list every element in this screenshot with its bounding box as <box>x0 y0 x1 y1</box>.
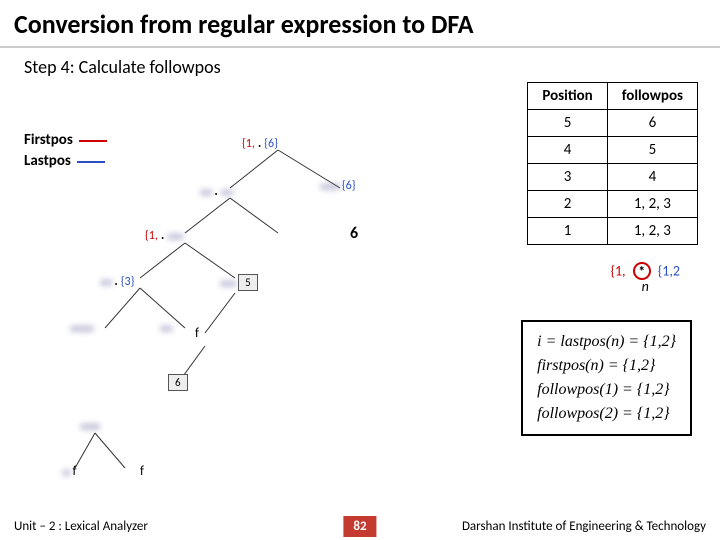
blur-text: aaa <box>160 321 171 334</box>
op-dot: . <box>258 136 261 151</box>
equations-box: i = lastpos(n) = {1,2} firstpos(n) = {1,… <box>521 320 692 436</box>
box: 6 <box>168 374 188 391</box>
blur-text: aaa <box>221 185 232 198</box>
blur-text: aaaaa <box>80 419 99 432</box>
leaf: f <box>73 464 77 479</box>
footer: Unit – 2 : Lexical Analyzer 82 Darshan I… <box>0 519 720 534</box>
tree-edges-icon <box>20 128 450 488</box>
leaf: f <box>140 464 144 479</box>
table-row: 11, 2, 3 <box>528 218 698 245</box>
blur-text: aaaaa <box>320 179 339 192</box>
table-row: 21, 2, 3 <box>528 191 698 218</box>
fp: {1, <box>611 263 626 280</box>
followpos-table: Positionfollowpos 56 45 34 21, 2, 3 11, … <box>527 82 698 245</box>
lp: {3} <box>121 275 135 289</box>
eq-line: followpos(2) = {1,2} <box>537 402 676 426</box>
op-dot: . <box>161 228 164 243</box>
step-heading: Step 4: Calculate followpos <box>0 48 720 80</box>
th-follow: followpos <box>607 83 697 110</box>
unit-label: Unit – 2 : Lexical Analyzer <box>0 519 148 534</box>
lp: {6} <box>264 137 278 151</box>
lp: {1,2 <box>658 263 680 280</box>
blur-text: aaa <box>200 185 211 198</box>
blur-text: aaaa <box>167 229 182 242</box>
page-number: 82 <box>343 516 376 537</box>
lp: {6} <box>342 179 356 193</box>
eq-line: firstpos(n) = {1,2} <box>537 354 676 378</box>
eq-line: i = lastpos(n) = {1,2} <box>537 330 676 354</box>
th-pos: Position <box>528 83 607 110</box>
op-dot: . <box>214 184 217 199</box>
eq-line: followpos(1) = {1,2} <box>537 378 676 402</box>
leaf: f <box>195 326 199 341</box>
blur-text: aaaa <box>220 276 235 289</box>
blur-text: aa <box>62 465 70 478</box>
star-node-detail: {1, * {1,2 n <box>611 262 680 295</box>
table-row: 56 <box>528 110 698 137</box>
op-dot: . <box>114 274 117 289</box>
page-title: Conversion from regular expression to DF… <box>0 0 720 48</box>
blur-text: aaaaaa <box>70 321 93 334</box>
fp: {1, <box>145 229 158 243</box>
rlabel: 6 <box>350 224 358 243</box>
institute-label: Darshan Institute of Engineering & Techn… <box>462 519 720 534</box>
box: 5 <box>238 274 258 291</box>
table-row: 45 <box>528 137 698 164</box>
fp: {1, <box>242 137 255 151</box>
table-row: 34 <box>528 164 698 191</box>
syntax-tree: {1, . {6} aaa . aaa aaaaa {6} 6 {1, . aa… <box>20 128 450 488</box>
node-n: n <box>611 278 680 295</box>
blur-text: aaa <box>100 275 111 288</box>
